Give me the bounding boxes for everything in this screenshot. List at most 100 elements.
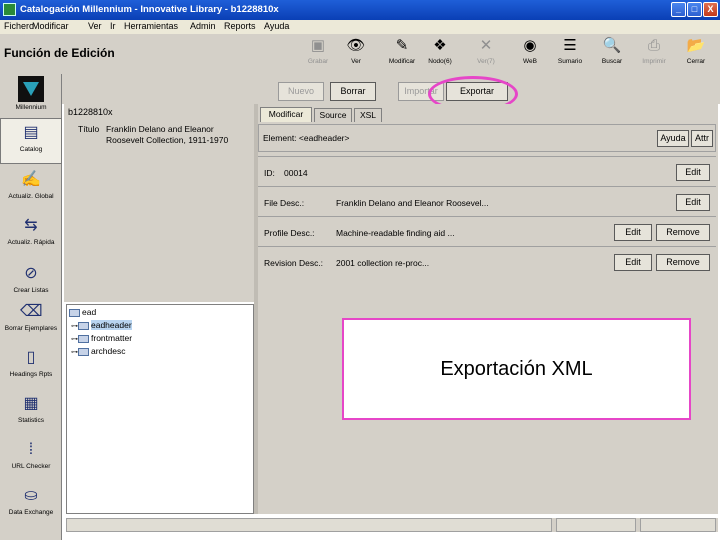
toolbar-button-sumario[interactable]: ☰ Sumario	[552, 36, 588, 70]
record-panel: b1228810x Título Franklin Delano and Ele…	[64, 104, 254, 302]
remove-button[interactable]: Remove	[656, 254, 710, 271]
nav-item-label: Actualiz. Global	[8, 193, 54, 200]
web-icon: ◉	[523, 37, 537, 54]
title-value: Franklin Delano and Eleanor Roosevelt Co…	[106, 124, 229, 145]
nav-item-actualiz-global[interactable]: ✍ Actualiz. Global	[0, 166, 62, 212]
folder-icon	[69, 308, 80, 317]
toolbar-button-ver[interactable]: 👁 Ver	[338, 36, 374, 70]
edit-button[interactable]: Edit	[614, 224, 652, 241]
editor-panel: Modificar Source XSL Element: <eadheader…	[258, 104, 718, 514]
toolbar-button-label: Buscar	[601, 58, 623, 65]
left-navigation: Millennium ▤ Catalog ✍ Actualiz. Global ⇆ Act…	[0, 74, 62, 540]
toolbar-button-label: Ver	[351, 58, 361, 65]
menu-ir[interactable]: Ir	[110, 21, 116, 31]
toolbar-button-label: Grabar	[307, 58, 329, 65]
element-label: Element: <eadheader>	[263, 133, 350, 143]
field-value: Franklin Delano and Eleanor Roosevel...	[336, 198, 489, 208]
toolbar-button-imprimir[interactable]: ⎙ Imprimir	[636, 36, 672, 70]
node-icon: ❖	[433, 37, 447, 54]
field-label: File Desc.:	[264, 198, 305, 208]
close-button[interactable]: X	[703, 2, 718, 17]
nav-item-data-exchange[interactable]: ⛀ Data Exchange	[0, 482, 62, 528]
menu-ayuda[interactable]: Ayuda	[264, 21, 289, 31]
app-icon	[3, 3, 16, 16]
field-label: ID:	[264, 168, 275, 178]
record-number: b1228810x	[68, 107, 113, 117]
nav-item-label: Borrar Ejemplares	[4, 325, 58, 332]
create-lists-icon: ⊘	[24, 265, 38, 282]
nav-item-statistics[interactable]: ▦ Statistics	[0, 390, 62, 436]
toolbar-button-label: Nodo(6)	[428, 58, 452, 65]
nav-item-label: Headings Rpts	[9, 371, 53, 378]
edit-button[interactable]: Edit	[676, 194, 710, 211]
menu-ver[interactable]: Ver	[88, 21, 102, 31]
toolbar-button-ver-7-[interactable]: ✕ Ver(7)	[468, 36, 504, 70]
remove-button[interactable]: Remove	[656, 224, 710, 241]
tree-node-label: eadheader	[91, 320, 132, 330]
page-title: Función de Edición	[4, 46, 115, 60]
toolbar-button-label: Sumario	[557, 58, 583, 65]
field-value: Machine-readable finding aid ...	[336, 228, 455, 238]
nav-item-url-checker[interactable]: ⁞ URL Checker	[0, 436, 62, 482]
toolbar-button-cerrar[interactable]: 📂 Cerrar	[678, 36, 714, 70]
toolbar-button-buscar[interactable]: 🔍 Buscar	[594, 36, 630, 70]
maximize-button[interactable]: □	[687, 2, 702, 17]
expand-key-icon[interactable]: ⊶	[71, 322, 78, 330]
tree-node[interactable]: ⊶ frontmatter	[71, 333, 132, 345]
new-button[interactable]: Nuevo	[278, 82, 324, 101]
statistics-icon: ▦	[23, 395, 39, 412]
global-update-icon: ✍	[21, 171, 41, 188]
field-separator	[258, 216, 716, 217]
attr-button[interactable]: Attr	[691, 130, 713, 147]
xml-export-callout: Exportación XML	[342, 318, 691, 420]
expand-key-icon[interactable]: ⊶	[71, 348, 78, 356]
menu-bar: Fichero Modificar Ver Ir Herramientas Ad…	[0, 20, 720, 34]
menu-herramientas[interactable]: Herramientas	[124, 21, 178, 31]
tab-modificar[interactable]: Modificar	[260, 107, 312, 122]
tree-node[interactable]: ⊶ eadheader	[71, 320, 132, 332]
menu-fichero[interactable]: Fichero	[4, 21, 34, 31]
title-label: Título	[78, 124, 100, 134]
field-value: 00014	[284, 168, 308, 178]
nav-item-catalog[interactable]: ▤ Catalog	[0, 118, 62, 164]
delete-button[interactable]: Borrar	[330, 82, 376, 101]
element-tree: ead ⊶ eadheader ⊶ frontmatter ⊶ archdesc	[66, 304, 254, 514]
status-cell	[66, 518, 552, 532]
status-cell	[640, 518, 716, 532]
tree-node-label: ead	[82, 307, 97, 317]
save-icon: ▣	[310, 37, 326, 54]
summary-icon: ☰	[563, 37, 577, 54]
toolbar-button-label: Ver(7)	[477, 58, 495, 65]
folder-icon	[78, 321, 89, 330]
expand-key-icon[interactable]: ⊶	[71, 335, 78, 343]
edit-button[interactable]: Edit	[676, 164, 710, 181]
nav-item-millennium[interactable]: Millennium	[0, 74, 62, 120]
toolbar-button-nodo-6-[interactable]: ❖ Nodo(6)	[422, 36, 458, 70]
tools-icon: ✕	[479, 37, 493, 54]
window-title: Catalogación Millennium - Innovative Lib…	[20, 4, 279, 15]
tree-node[interactable]: ⊶ archdesc	[71, 346, 126, 358]
toolbar-button-grabar[interactable]: ▣ Grabar	[300, 36, 336, 70]
tab-source[interactable]: Source	[314, 108, 352, 122]
minimize-button[interactable]: _	[671, 2, 686, 17]
nav-item-borrar-ejemplares[interactable]: ⌫ Borrar Ejemplares	[0, 298, 62, 344]
help-button[interactable]: Ayuda	[657, 130, 689, 147]
catalog-icon: ▤	[23, 124, 39, 141]
toolbar-button-web[interactable]: ◉ WeB	[512, 36, 548, 70]
toolbar-button-label: Modificar	[388, 58, 416, 65]
nav-item-headings-rpts[interactable]: ▯ Headings Rpts	[0, 344, 62, 390]
tree-node-label: frontmatter	[91, 333, 133, 343]
tab-xsl[interactable]: XSL	[354, 108, 382, 122]
edit-button[interactable]: Edit	[614, 254, 652, 271]
tree-node[interactable]: ead	[69, 307, 96, 319]
folder-icon	[78, 334, 89, 343]
folder-icon	[78, 347, 89, 356]
field-label: Revision Desc.:	[264, 258, 324, 268]
field-separator	[258, 186, 716, 187]
toolbar-button-modificar[interactable]: ✎ Modificar	[384, 36, 420, 70]
menu-reports[interactable]: Reports	[224, 21, 256, 31]
menu-admin[interactable]: Admin	[190, 21, 216, 31]
nav-item-actualiz-r-pida[interactable]: ⇆ Actualiz. Rápida	[0, 212, 62, 258]
field-separator	[258, 246, 716, 247]
menu-modificar[interactable]: Modificar	[32, 21, 69, 31]
